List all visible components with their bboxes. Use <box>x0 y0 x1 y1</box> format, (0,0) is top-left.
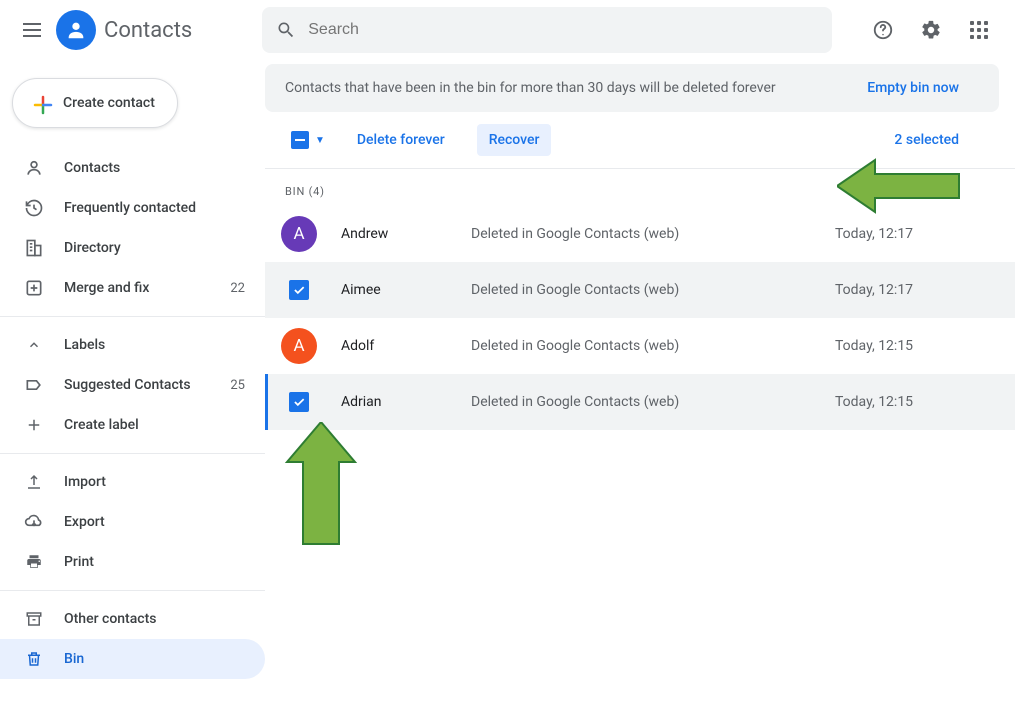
history-icon <box>24 198 44 218</box>
help-button[interactable] <box>863 10 903 50</box>
avatar: A <box>281 216 317 252</box>
apps-grid-icon <box>970 21 988 39</box>
contact-name: Andrew <box>341 226 471 242</box>
delete-forever-button[interactable]: Delete forever <box>345 124 457 156</box>
sidebar-item-create-label[interactable]: Create label <box>0 405 265 445</box>
delete-reason: Deleted in Google Contacts (web) <box>471 394 835 410</box>
sidebar-item-directory[interactable]: Directory <box>0 228 265 268</box>
select-dropdown-caret[interactable]: ▼ <box>315 135 325 146</box>
app-title: Contacts <box>104 18 192 43</box>
hamburger-icon <box>23 23 41 37</box>
selected-count: 2 selected <box>894 132 959 148</box>
cloud-download-icon <box>24 512 44 532</box>
apps-button[interactable] <box>959 10 999 50</box>
building-icon <box>24 238 44 258</box>
sidebar-item-export[interactable]: Export <box>0 502 265 542</box>
settings-button[interactable] <box>911 10 951 50</box>
search-input[interactable] <box>308 21 818 39</box>
suggested-badge: 25 <box>230 378 245 393</box>
help-icon <box>872 19 894 41</box>
recover-button[interactable]: Recover <box>477 124 552 156</box>
trash-icon <box>24 650 44 668</box>
sidebar-item-contacts[interactable]: Contacts <box>0 148 265 188</box>
sidebar-item-print[interactable]: Print <box>0 542 265 582</box>
sidebar-item-merge[interactable]: Merge and fix 22 <box>0 268 265 308</box>
main-menu-button[interactable] <box>8 6 56 54</box>
bin-banner: Contacts that have been in the bin for m… <box>265 64 999 112</box>
sidebar-item-bin[interactable]: Bin <box>0 639 265 679</box>
person-icon <box>24 158 44 178</box>
merge-badge: 22 <box>230 281 245 296</box>
empty-bin-button[interactable]: Empty bin now <box>867 80 959 96</box>
select-all-checkbox[interactable] <box>291 131 309 149</box>
sidebar-item-other[interactable]: Other contacts <box>0 599 265 639</box>
contact-row[interactable]: AdrianDeleted in Google Contacts (web)To… <box>265 374 1015 430</box>
contact-row[interactable]: A AdolfDeleted in Google Contacts (web)To… <box>265 318 1015 374</box>
sidebar-item-import[interactable]: Import <box>0 462 265 502</box>
divider <box>0 316 265 317</box>
divider <box>0 590 265 591</box>
delete-time: Today, 12:15 <box>835 394 995 410</box>
gear-icon <box>920 19 942 41</box>
print-icon <box>24 553 44 571</box>
delete-reason: Deleted in Google Contacts (web) <box>471 282 835 298</box>
sidebar-item-labels[interactable]: Labels <box>0 325 265 365</box>
contact-name: Adrian <box>341 394 471 410</box>
search-icon <box>276 20 296 40</box>
delete-reason: Deleted in Google Contacts (web) <box>471 226 835 242</box>
checkbox-checked-icon[interactable] <box>289 280 309 300</box>
plus-small-icon <box>24 416 44 434</box>
archive-icon <box>24 610 44 628</box>
annotation-arrow-b <box>837 154 967 218</box>
delete-time: Today, 12:17 <box>835 282 995 298</box>
create-contact-button[interactable]: Create contact <box>12 78 178 128</box>
contact-row[interactable]: AimeeDeleted in Google Contacts (web)Tod… <box>265 262 1015 318</box>
plus-icon <box>31 93 51 113</box>
contact-name: Aimee <box>341 282 471 298</box>
annotation-arrow-a <box>281 422 361 552</box>
delete-time: Today, 12:17 <box>835 226 995 242</box>
sidebar-item-frequent[interactable]: Frequently contacted <box>0 188 265 228</box>
contacts-logo-icon <box>56 10 96 50</box>
delete-time: Today, 12:15 <box>835 338 995 354</box>
upload-icon <box>24 473 44 491</box>
search-bar[interactable] <box>262 7 832 53</box>
sidebar-item-suggested[interactable]: Suggested Contacts 25 <box>0 365 265 405</box>
chevron-up-icon <box>24 338 44 352</box>
avatar: A <box>281 328 317 364</box>
create-contact-label: Create contact <box>63 95 155 111</box>
banner-text: Contacts that have been in the bin for m… <box>285 80 776 96</box>
merge-icon <box>24 278 44 298</box>
divider <box>0 453 265 454</box>
label-icon <box>24 375 44 395</box>
delete-reason: Deleted in Google Contacts (web) <box>471 338 835 354</box>
checkbox-checked-icon[interactable] <box>289 392 309 412</box>
app-logo[interactable]: Contacts <box>56 10 192 50</box>
contact-name: Adolf <box>341 338 471 354</box>
